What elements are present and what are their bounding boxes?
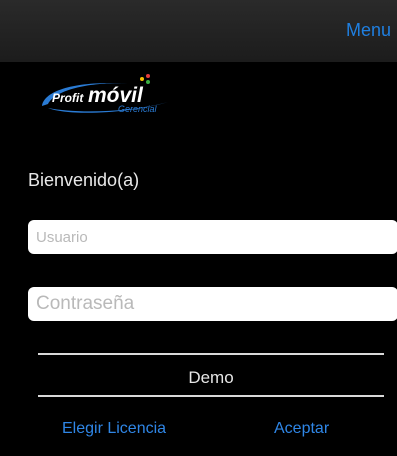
username-input[interactable] bbox=[28, 220, 397, 254]
divider-top bbox=[38, 353, 384, 355]
menu-button[interactable]: Menu bbox=[346, 20, 391, 41]
top-bar: Menu bbox=[0, 0, 397, 62]
password-input[interactable] bbox=[28, 287, 397, 321]
welcome-heading: Bienvenido(a) bbox=[28, 170, 140, 190]
divider-bottom bbox=[38, 395, 384, 397]
accept-button[interactable]: Aceptar bbox=[274, 420, 329, 438]
profit-movil-logo: Profit móvil Gerencial bbox=[42, 74, 168, 114]
choose-license-button[interactable]: Elegir Licencia bbox=[62, 420, 166, 438]
logo-text-gerencial: Gerencial bbox=[118, 104, 158, 114]
license-name: Demo bbox=[188, 368, 234, 387]
logo-text-profit: Profit bbox=[52, 91, 84, 105]
